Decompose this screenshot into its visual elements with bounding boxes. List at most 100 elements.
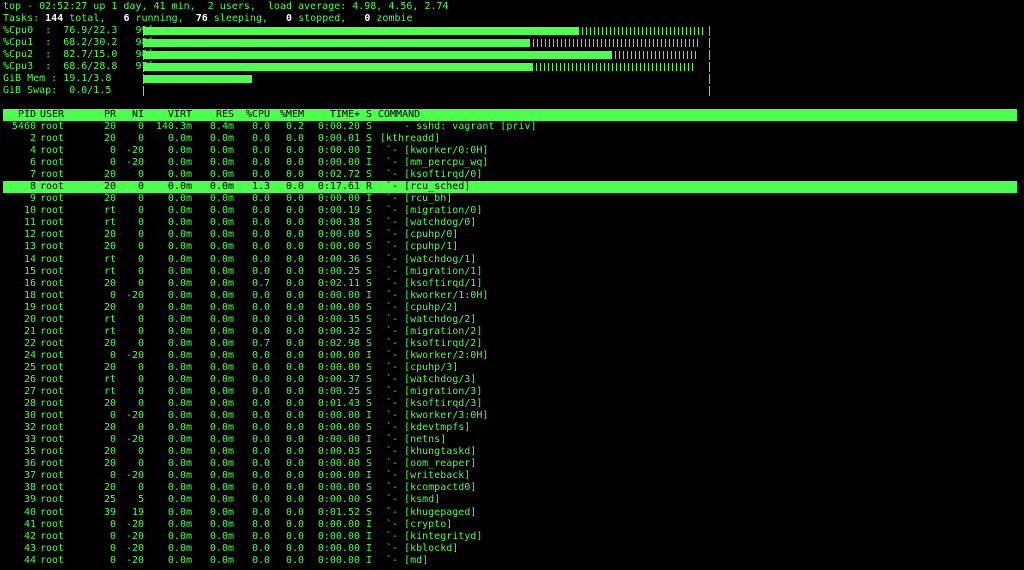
- cell-pid: 19: [23, 301, 36, 313]
- cell-cpu: 0.0: [251, 205, 270, 217]
- cell-cpu: 0.0: [251, 169, 270, 181]
- cell-s: S: [366, 265, 373, 277]
- table-row[interactable]: 5460 root 20 0 140.3m 8.4m 0.0 0.2 0:00.20 S - ss…: [3, 121, 1017, 133]
- cell-ni: 0: [137, 337, 144, 349]
- cell-virt: 0.0m: [167, 157, 192, 169]
- cell-s: S: [366, 458, 373, 470]
- column-header-time: TIME+: [329, 109, 360, 120]
- table-row[interactable]: 33 root 0 -20 0.0m 0.0m 0.0 0.0 0:00.00 I `- [net…: [3, 434, 1017, 446]
- cell-cpu: 0.0: [251, 434, 270, 446]
- cell-res: 0.0m: [209, 133, 234, 145]
- table-row[interactable]: 41 root 0 -20 0.0m 0.0m 0.0 0.0 0:00.00 I `- [cry…: [3, 519, 1017, 531]
- cell-mem: 0.0: [285, 265, 304, 277]
- cell-s: S: [366, 205, 373, 217]
- column-header-s: S: [366, 109, 373, 120]
- cell-pid: 9: [29, 193, 36, 205]
- cell-cpu: 0.0: [251, 145, 270, 157]
- cell-s: S: [366, 422, 373, 434]
- table-row[interactable]: 26 root rt 0 0.0m 0.0m 0.0 0.0 0:00.37 S `- [watc…: [3, 374, 1017, 386]
- table-row[interactable]: 14 root rt 0 0.0m 0.0m 0.0 0.0 0:00.36 S `- [watc…: [3, 254, 1017, 266]
- cell-pr: 0: [109, 434, 116, 446]
- table-row[interactable]: 39 root 25 5 0.0m 0.0m 0.0 0.0 0:00.00 S `- [ksmd…: [3, 494, 1017, 506]
- table-row[interactable]: 20 root rt 0 0.0m 0.0m 0.0 0.0 0:00.35 S `- [watc…: [3, 314, 1017, 326]
- cell-cpu: 0.0: [251, 422, 270, 434]
- cell-s: I: [366, 157, 373, 169]
- table-row[interactable]: 4 root 0 -20 0.0m 0.0m 0.0 0.0 0:00.00 I `- [kwor…: [3, 145, 1017, 157]
- cell-user: root: [40, 133, 65, 145]
- cell-pr: 0: [109, 554, 116, 566]
- cell-mem: 0.0: [285, 361, 304, 373]
- cell-mem: 0.0: [285, 482, 304, 494]
- table-row[interactable]: 36 root 20 0 0.0m 0.0m 0.0 0.0 0:00.00 S `- [oom_…: [3, 458, 1017, 470]
- table-row[interactable]: 22 root 20 0 0.0m 0.0m 0.7 0.0 0:02.98 S `- [ksof…: [3, 338, 1017, 350]
- cell-cpu: 0.0: [251, 386, 270, 398]
- cell-virt: 0.0m: [167, 205, 192, 217]
- cell-mem: 0.0: [285, 205, 304, 217]
- table-row[interactable]: 38 root 20 0 0.0m 0.0m 0.0 0.0 0:00.00 S `- [kcom…: [3, 482, 1017, 494]
- column-header-cpu: %CPU: [245, 109, 270, 120]
- table-row[interactable]: 43 root 0 -20 0.0m 0.0m 0.0 0.0 0:00.00 I `- [kbl…: [3, 543, 1017, 555]
- cell-ni: 0: [137, 169, 144, 181]
- cell-mem: 0.0: [285, 554, 304, 566]
- table-row[interactable]: 19 root 20 0 0.0m 0.0m 0.0 0.0 0:00.00 S `- [cpuh…: [3, 302, 1017, 314]
- cell-time: 0:01.52: [317, 506, 360, 518]
- cell-command: `- [watchdog/1]: [380, 253, 477, 265]
- cell-pid: 39: [23, 494, 36, 506]
- tasks-label: Tasks:: [3, 13, 40, 24]
- table-row[interactable]: 9 root 20 0 0.0m 0.0m 0.0 0.0 0:00.00 I `- [rcu_b…: [3, 193, 1017, 205]
- table-row[interactable]: 25 root 20 0 0.0m 0.0m 0.0 0.0 0:00.00 S `- [cpuh…: [3, 362, 1017, 374]
- tasks-stopped-label: stopped,: [298, 13, 347, 24]
- table-row[interactable]: 37 root 0 -20 0.0m 0.0m 0.0 0.0 0:00.00 I `- [wri…: [3, 470, 1017, 482]
- cell-s: I: [366, 193, 373, 205]
- cell-user: root: [40, 325, 65, 337]
- cell-pid: 37: [23, 470, 36, 482]
- table-row[interactable]: 44 root 0 -20 0.0m 0.0m 0.0 0.0 0:00.00 I `- [md]: [3, 555, 1017, 567]
- cell-pr: rt: [103, 325, 116, 337]
- table-row[interactable]: 13 root 20 0 0.0m 0.0m 0.0 0.0 0:00.00 S `- [cpuh…: [3, 241, 1017, 253]
- cell-ni: 0: [137, 193, 144, 205]
- cell-ni: 0: [137, 205, 144, 217]
- table-row[interactable]: 35 root 20 0 0.0m 0.0m 0.0 0.0 0:00.03 S `- [khun…: [3, 446, 1017, 458]
- table-row-selected[interactable]: 8 root 20 0 0.0m 0.0m 1.3 0.0 0:17.61 R `- [rcu_s…: [3, 181, 1017, 194]
- table-row[interactable]: 30 root 0 -20 0.0m 0.0m 0.0 0.0 0:00.00 I `- [kwo…: [3, 410, 1017, 422]
- cell-user: root: [40, 301, 65, 313]
- cell-virt: 0.0m: [167, 193, 192, 205]
- table-row[interactable]: 12 root 20 0 0.0m 0.0m 0.0 0.0 0:00.00 S `- [cpuh…: [3, 229, 1017, 241]
- cell-user: root: [40, 458, 65, 470]
- table-row[interactable]: 15 root rt 0 0.0m 0.0m 0.0 0.0 0:00.25 S `- [migr…: [3, 266, 1017, 278]
- table-row[interactable]: 6 root 0 -20 0.0m 0.0m 0.0 0.0 0:00.00 I `- [mm_p…: [3, 157, 1017, 169]
- table-row[interactable]: 7 root 20 0 0.0m 0.0m 0.0 0.0 0:02.72 S `- [ksoft…: [3, 169, 1017, 181]
- table-row[interactable]: 24 root 0 -20 0.0m 0.0m 0.0 0.0 0:00.00 I `- [kwo…: [3, 350, 1017, 362]
- table-row[interactable]: 27 root rt 0 0.0m 0.0m 0.0 0.0 0:00.25 S `- [migr…: [3, 386, 1017, 398]
- cell-cpu: 0.0: [251, 482, 270, 494]
- table-row[interactable]: 42 root 0 -20 0.0m 0.0m 0.0 0.0 0:00.00 I `- [kin…: [3, 531, 1017, 543]
- cell-command: `- [migration/0]: [380, 205, 483, 217]
- cell-time: 0:00.00: [317, 482, 360, 494]
- cell-ni: 0: [137, 217, 144, 229]
- table-row[interactable]: 16 root 20 0 0.0m 0.0m 0.7 0.0 0:02.11 S `- [ksof…: [3, 278, 1017, 290]
- cell-mem: 0.0: [285, 518, 304, 530]
- table-row[interactable]: 10 root rt 0 0.0m 0.0m 0.0 0.0 0:00.19 S `- [migr…: [3, 205, 1017, 217]
- cell-pid: 6: [29, 157, 36, 169]
- table-row[interactable]: 11 root rt 0 0.0m 0.0m 0.0 0.0 0:00.38 S `- [watc…: [3, 217, 1017, 229]
- cell-user: root: [40, 542, 65, 554]
- table-row[interactable]: 40 root 39 19 0.0m 0.0m 0.0 0.0 0:01.52 S `- [khu…: [3, 507, 1017, 519]
- cell-res: 0.0m: [209, 277, 234, 289]
- cell-s: S: [366, 494, 373, 506]
- mem-used-fill: [144, 75, 252, 83]
- cell-mem: 0.0: [285, 193, 304, 205]
- tasks-total: 144: [45, 13, 64, 24]
- cell-res: 8.4m: [209, 121, 234, 132]
- table-row[interactable]: 21 root rt 0 0.0m 0.0m 0.0 0.0 0:00.32 S `- [migr…: [3, 326, 1017, 338]
- cell-time: 0:00.00: [317, 301, 360, 313]
- cell-mem: 0.0: [285, 169, 304, 181]
- cell-command: `- [khungtaskd]: [380, 446, 477, 458]
- cell-pid: 8: [29, 181, 36, 193]
- table-row[interactable]: 18 root 0 -20 0.0m 0.0m 0.0 0.0 0:00.00 I `- [kwo…: [3, 290, 1017, 302]
- cell-time: 0:17.61: [317, 181, 360, 193]
- cell-virt: 0.0m: [167, 229, 192, 241]
- table-row[interactable]: 2 root 20 0 0.0m 0.0m 0.0 0.0 0:00.01 S [kthreadd]: [3, 133, 1017, 145]
- cell-command: `- [migration/1]: [380, 265, 483, 277]
- table-row[interactable]: 32 root 20 0 0.0m 0.0m 0.0 0.0 0:00.00 S `- [kdev…: [3, 422, 1017, 434]
- table-row[interactable]: 28 root 20 0 0.0m 0.0m 0.0 0.0 0:01.43 S `- [ksof…: [3, 398, 1017, 410]
